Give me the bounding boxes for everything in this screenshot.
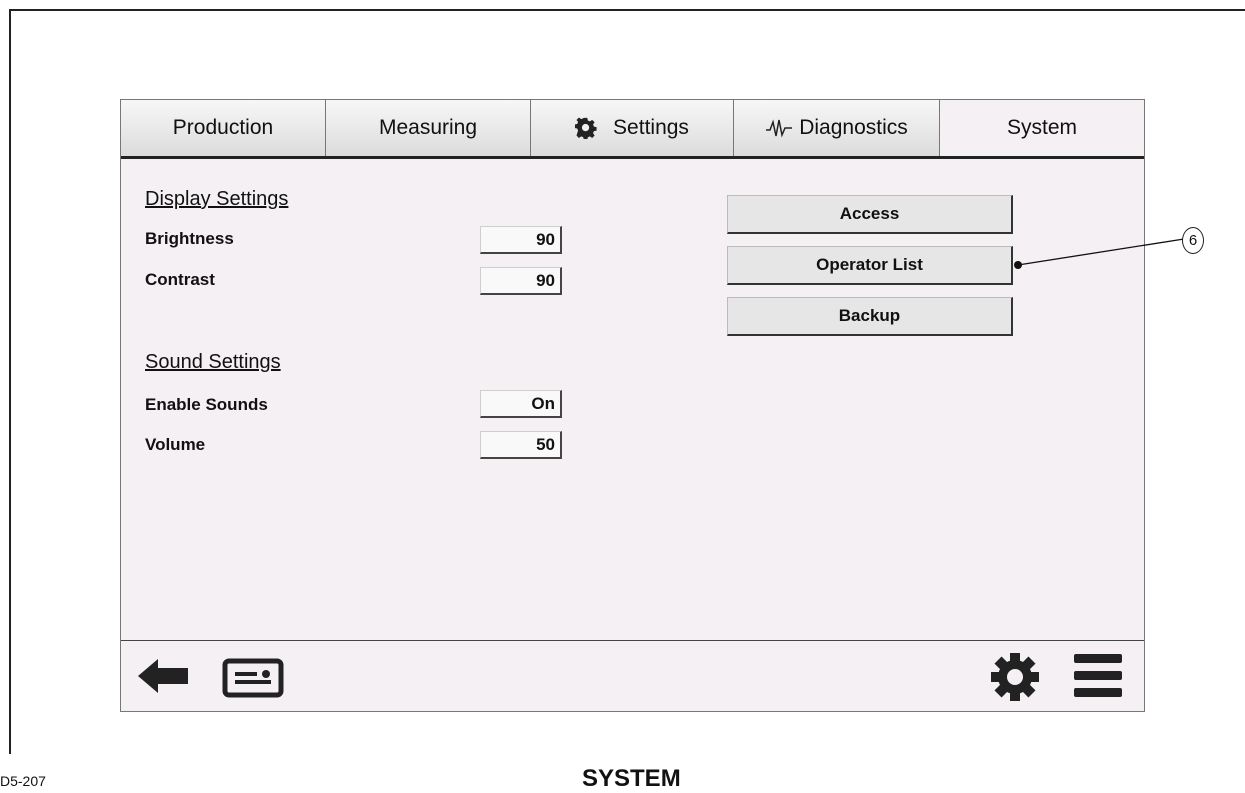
volume-value[interactable]: 50	[480, 431, 562, 459]
enable-sounds-label: Enable Sounds	[145, 395, 268, 414]
gear-icon	[575, 117, 597, 139]
tab-label: Measuring	[378, 116, 478, 139]
tab-label: Diagnostics	[799, 116, 908, 139]
tab-label: Production	[172, 116, 274, 139]
tab-bar: Production Measuring Settings Diagnostic…	[121, 100, 1144, 159]
operator-list-button[interactable]: Operator List	[727, 246, 1013, 285]
volume-label: Volume	[145, 435, 206, 454]
tab-system[interactable]: System	[940, 100, 1144, 156]
tab-settings[interactable]: Settings	[531, 100, 734, 156]
enable-sounds-value[interactable]: On	[480, 390, 562, 418]
footer-divider	[121, 640, 1144, 641]
callout-number: 6	[1182, 227, 1204, 254]
figure-id: D5-207	[0, 773, 46, 789]
contrast-label: Contrast	[145, 270, 215, 289]
figure-caption: SYSTEM	[582, 765, 681, 792]
menu-icon[interactable]	[1072, 652, 1124, 705]
access-button[interactable]: Access	[727, 195, 1013, 234]
callout-leader-line	[1014, 238, 1185, 269]
tab-label: Settings	[613, 116, 689, 139]
backup-button[interactable]: Backup	[727, 297, 1013, 336]
tab-label: System	[1006, 116, 1077, 139]
hmi-screen: Production Measuring Settings Diagnostic…	[120, 99, 1145, 712]
waveform-icon	[765, 117, 793, 139]
gear-icon[interactable]	[990, 652, 1040, 707]
brightness-value[interactable]: 90	[480, 226, 562, 254]
tab-measuring[interactable]: Measuring	[326, 100, 531, 156]
id-card-icon[interactable]	[222, 658, 284, 703]
brightness-label: Brightness	[145, 229, 234, 248]
contrast-value[interactable]: 90	[480, 267, 562, 295]
tab-diagnostics[interactable]: Diagnostics	[734, 100, 940, 156]
display-settings-heading: Display Settings	[145, 188, 289, 210]
tab-production[interactable]: Production	[121, 100, 326, 156]
back-arrow-icon[interactable]	[138, 659, 190, 698]
sound-settings-heading: Sound Settings	[145, 351, 281, 373]
